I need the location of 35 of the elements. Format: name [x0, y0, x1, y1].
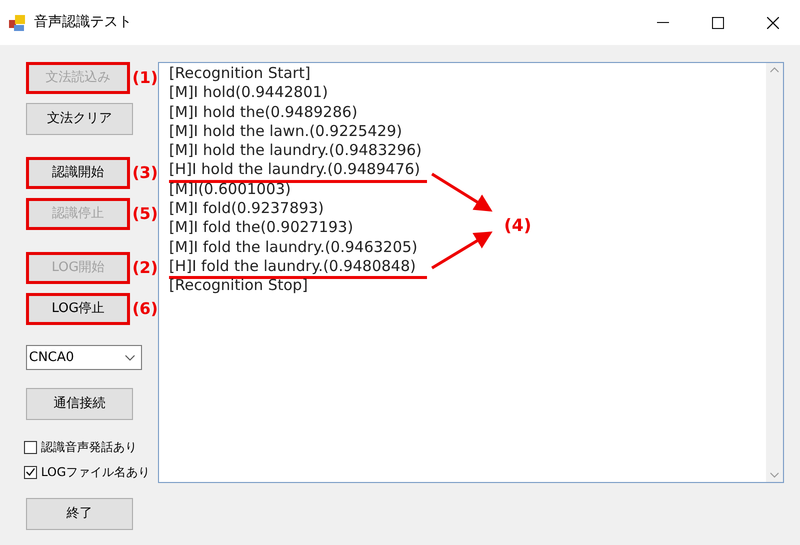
port-dropdown[interactable]: CNCA0	[26, 345, 142, 370]
command-button[interactable]: 文法クリア	[26, 103, 133, 135]
command-button[interactable]: 終了	[26, 498, 133, 530]
close-icon	[766, 16, 778, 28]
dropdown-value: CNCA0	[29, 348, 74, 367]
log-line: [M]I fold the(0.9027193)	[169, 218, 354, 238]
log-line: [M]I hold the(0.9489286)	[169, 102, 358, 122]
log-line: [M]I fold(0.9237893)	[169, 199, 324, 218]
checkbox[interactable]	[24, 440, 37, 454]
check-icon	[26, 468, 35, 476]
window-title: 音声認識テスト	[34, 13, 132, 32]
log-line: [Recognition Start]	[169, 64, 310, 84]
annotation-label: (4)	[504, 215, 532, 238]
log-line: [H]I hold the laundry.(0.9489476)	[169, 160, 427, 183]
log-text-area[interactable]	[158, 62, 784, 483]
checkbox[interactable]	[24, 466, 37, 478]
annotation-label: (3)	[132, 162, 158, 184]
log-line: [M]I hold the lawn.(0.9225429)	[169, 122, 402, 142]
app-icon	[8, 14, 26, 32]
checkbox-label: LOGファイル名あり	[41, 464, 150, 481]
annotation-label: (6)	[132, 298, 158, 320]
command-button[interactable]: 通信接続	[26, 388, 133, 420]
annotation-label: (1)	[132, 67, 158, 89]
log-line: [M]I hold(0.9442801)	[169, 83, 328, 103]
minimize-icon	[656, 22, 668, 24]
command-button[interactable]: 認識開始	[26, 157, 130, 189]
log-line: [H]I fold the laundry.(0.9480848)	[169, 256, 427, 280]
log-line: [M]I hold the laundry.(0.9483296)	[169, 141, 422, 160]
checkbox-label: 認識音声発話あり	[41, 439, 137, 456]
annotation-label: (2)	[132, 257, 158, 279]
command-button[interactable]: LOG停止	[26, 293, 130, 325]
maximize-icon	[712, 16, 724, 28]
chevron-down-icon	[125, 354, 135, 360]
annotation-label: (5)	[132, 203, 158, 225]
log-line: [M]I fold the laundry.(0.9463205)	[169, 238, 418, 257]
